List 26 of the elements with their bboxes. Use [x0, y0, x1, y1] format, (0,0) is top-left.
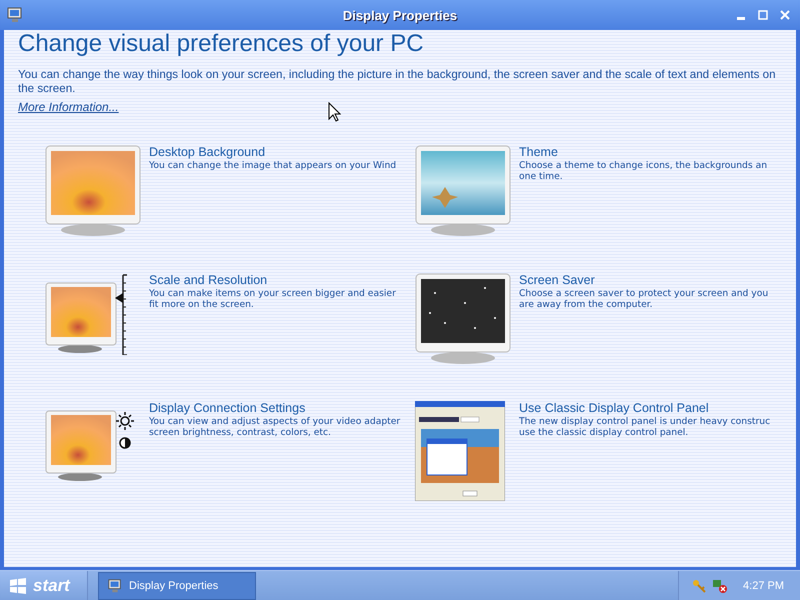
- network-error-icon[interactable]: [712, 578, 728, 594]
- clock: 4:27 PM: [743, 580, 784, 592]
- option-link[interactable]: Theme: [519, 145, 558, 159]
- option-description: Choose a theme to change icons, the backgrounds an one time.: [519, 160, 768, 182]
- option-description: Choose a screen saver to protect your screen and you are away from the computer.: [519, 288, 768, 310]
- monitor-icon: [6, 6, 24, 24]
- option-description: You can view and adjust aspects of your video adapter screen brightness, contrast, colors, etc.: [149, 416, 400, 438]
- option-link[interactable]: Screen Saver: [519, 273, 595, 287]
- close-icon: [780, 10, 790, 20]
- option-link[interactable]: Use Classic Display Control Panel: [519, 401, 709, 415]
- option-link[interactable]: Scale and Resolution: [149, 273, 268, 287]
- option-link[interactable]: Display Connection Settings: [149, 401, 306, 415]
- more-information-link[interactable]: More Information...: [18, 100, 119, 114]
- intro-text: You can change the way things look on your screen, including the picture in the background, the screen saver and the scale of text and elements on the screen.: [18, 68, 777, 96]
- taskbar-button[interactable]: Display Properties: [98, 572, 256, 600]
- option-link[interactable]: Desktop Background: [149, 145, 266, 159]
- monitor-icon: [107, 578, 123, 594]
- minimize-icon: [737, 17, 745, 20]
- maximize-icon: [758, 10, 768, 20]
- window-title: Display Properties: [342, 8, 458, 22]
- windows-logo-icon: [8, 576, 28, 594]
- option-description: You can change the image that appears on your Wind: [149, 160, 396, 171]
- page-heading: Change visual preferences of your PC: [18, 30, 425, 58]
- mouse-cursor-icon: [328, 102, 341, 122]
- option-description: The new display control panel is under heavy construc use the classic display control panel.: [519, 416, 770, 438]
- option-description: You can make items on your screen bigger and easier fit more on the screen.: [149, 288, 396, 310]
